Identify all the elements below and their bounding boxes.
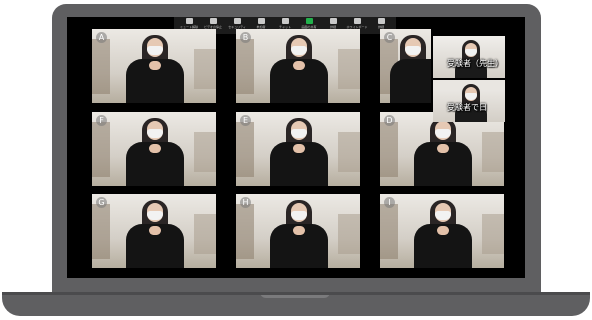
ellipsis-icon — [377, 18, 385, 24]
laptop-notch — [260, 292, 330, 298]
video-button[interactable]: ビデオの停止 — [201, 18, 225, 29]
tile-letter: I — [384, 197, 395, 208]
microphone-icon — [185, 18, 193, 24]
tile-letter: D — [384, 115, 395, 126]
tile-letter: C — [384, 32, 395, 43]
video-tile-c: C — [380, 29, 431, 103]
share-screen-button[interactable]: 画面の共有 — [297, 18, 321, 29]
video-tile-i: I — [380, 194, 504, 268]
pause-icon — [329, 18, 337, 24]
video-tile-h: H — [236, 194, 360, 268]
video-tile-b: B — [236, 29, 360, 103]
chat-button[interactable]: チャット — [273, 18, 297, 29]
side-video-teacher: 受験者（先生） — [433, 36, 505, 78]
participants-icon — [257, 18, 265, 24]
tile-letter: H — [240, 197, 251, 208]
annotate-button[interactable]: ホワイトボード — [345, 18, 369, 29]
pause-share-button[interactable]: 詳細 — [321, 18, 345, 29]
video-tile-f: F — [92, 112, 216, 186]
shield-icon — [233, 18, 241, 24]
tile-letter: A — [96, 32, 107, 43]
whiteboard-icon — [353, 18, 361, 24]
chat-icon — [281, 18, 289, 24]
video-tile-a: A — [92, 29, 216, 103]
security-button[interactable]: セキュリティ — [225, 18, 249, 29]
tile-letter: G — [96, 197, 107, 208]
share-screen-icon — [305, 18, 313, 24]
video-tile-g: G — [92, 194, 216, 268]
tile-letter: E — [240, 115, 251, 126]
video-tile-e: E — [236, 112, 360, 186]
video-camera-icon — [209, 18, 217, 24]
tile-letter: F — [96, 115, 107, 126]
video-tile-d: D — [380, 112, 504, 186]
side-video-caption: 受験者で日 — [447, 103, 487, 112]
mute-button[interactable]: ミュート解除 — [177, 18, 201, 29]
laptop-base — [2, 292, 590, 316]
side-video-examinee: 受験者で日 — [433, 80, 505, 122]
side-video-caption: 受験者（先生） — [447, 59, 503, 68]
tile-letter: B — [240, 32, 251, 43]
laptop-screen: ミュート解除 ビデオの停止 セキュリティ 参加者 チャット 画面の共有 詳細 ホ… — [67, 17, 525, 278]
participants-button[interactable]: 参加者 — [249, 18, 273, 29]
more-button[interactable]: 詳細 — [369, 18, 393, 29]
